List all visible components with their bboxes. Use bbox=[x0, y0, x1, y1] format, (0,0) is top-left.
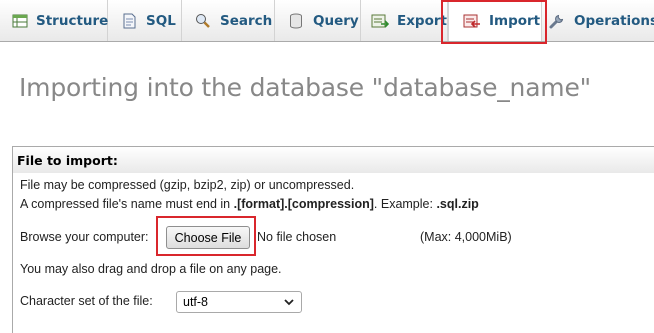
filename-rule-mid: . Example: bbox=[373, 197, 437, 211]
no-file-chosen: No file chosen bbox=[257, 230, 337, 244]
tab-operations[interactable]: Operations bbox=[542, 0, 654, 41]
search-icon bbox=[194, 12, 212, 30]
structure-icon bbox=[12, 12, 28, 30]
choose-file-button[interactable]: Choose File bbox=[166, 226, 250, 249]
charset-label: Character set of the file: bbox=[20, 294, 153, 308]
filename-rule-example: .sql.zip bbox=[436, 197, 479, 211]
query-icon bbox=[287, 12, 305, 30]
tab-label: Query bbox=[313, 12, 359, 29]
max-upload-size: (Max: 4,000MiB) bbox=[420, 230, 512, 244]
file-section-header: File to import: bbox=[12, 146, 654, 174]
sql-icon bbox=[120, 12, 138, 30]
charset-value: utf-8 bbox=[183, 295, 209, 309]
tab-label: Export bbox=[397, 12, 447, 29]
tab-sql[interactable]: SQL bbox=[108, 0, 182, 41]
tab-bar: Structure SQL Search Query Export Import bbox=[0, 0, 654, 42]
tab-label: Import bbox=[489, 13, 541, 29]
page-title: Importing into the database "database_na… bbox=[19, 73, 591, 102]
filename-rule-format: .[format].[compression] bbox=[233, 197, 374, 211]
filename-rule-prefix: A compressed file's name must end in bbox=[20, 197, 234, 211]
charset-select[interactable]: utf-8 bbox=[176, 291, 302, 313]
tab-import[interactable]: Import bbox=[448, 0, 542, 41]
tab-label: Operations bbox=[574, 12, 654, 29]
filename-rule: A compressed file's name must end in .[f… bbox=[20, 197, 479, 211]
export-icon bbox=[371, 12, 389, 30]
import-icon bbox=[463, 12, 481, 30]
browse-label: Browse your computer: bbox=[20, 230, 149, 244]
tab-query[interactable]: Query bbox=[275, 0, 361, 41]
tab-structure[interactable]: Structure bbox=[0, 0, 108, 41]
chevron-down-icon bbox=[283, 296, 295, 311]
operations-icon bbox=[548, 12, 566, 30]
tab-label: SQL bbox=[146, 12, 176, 29]
tab-label: Search bbox=[220, 12, 273, 29]
drag-drop-hint: You may also drag and drop a file on any… bbox=[20, 262, 282, 276]
compression-note: File may be compressed (gzip, bzip2, zip… bbox=[20, 178, 355, 192]
tab-search[interactable]: Search bbox=[182, 0, 275, 41]
tab-label: Structure bbox=[36, 12, 109, 29]
tab-export[interactable]: Export bbox=[361, 0, 448, 41]
